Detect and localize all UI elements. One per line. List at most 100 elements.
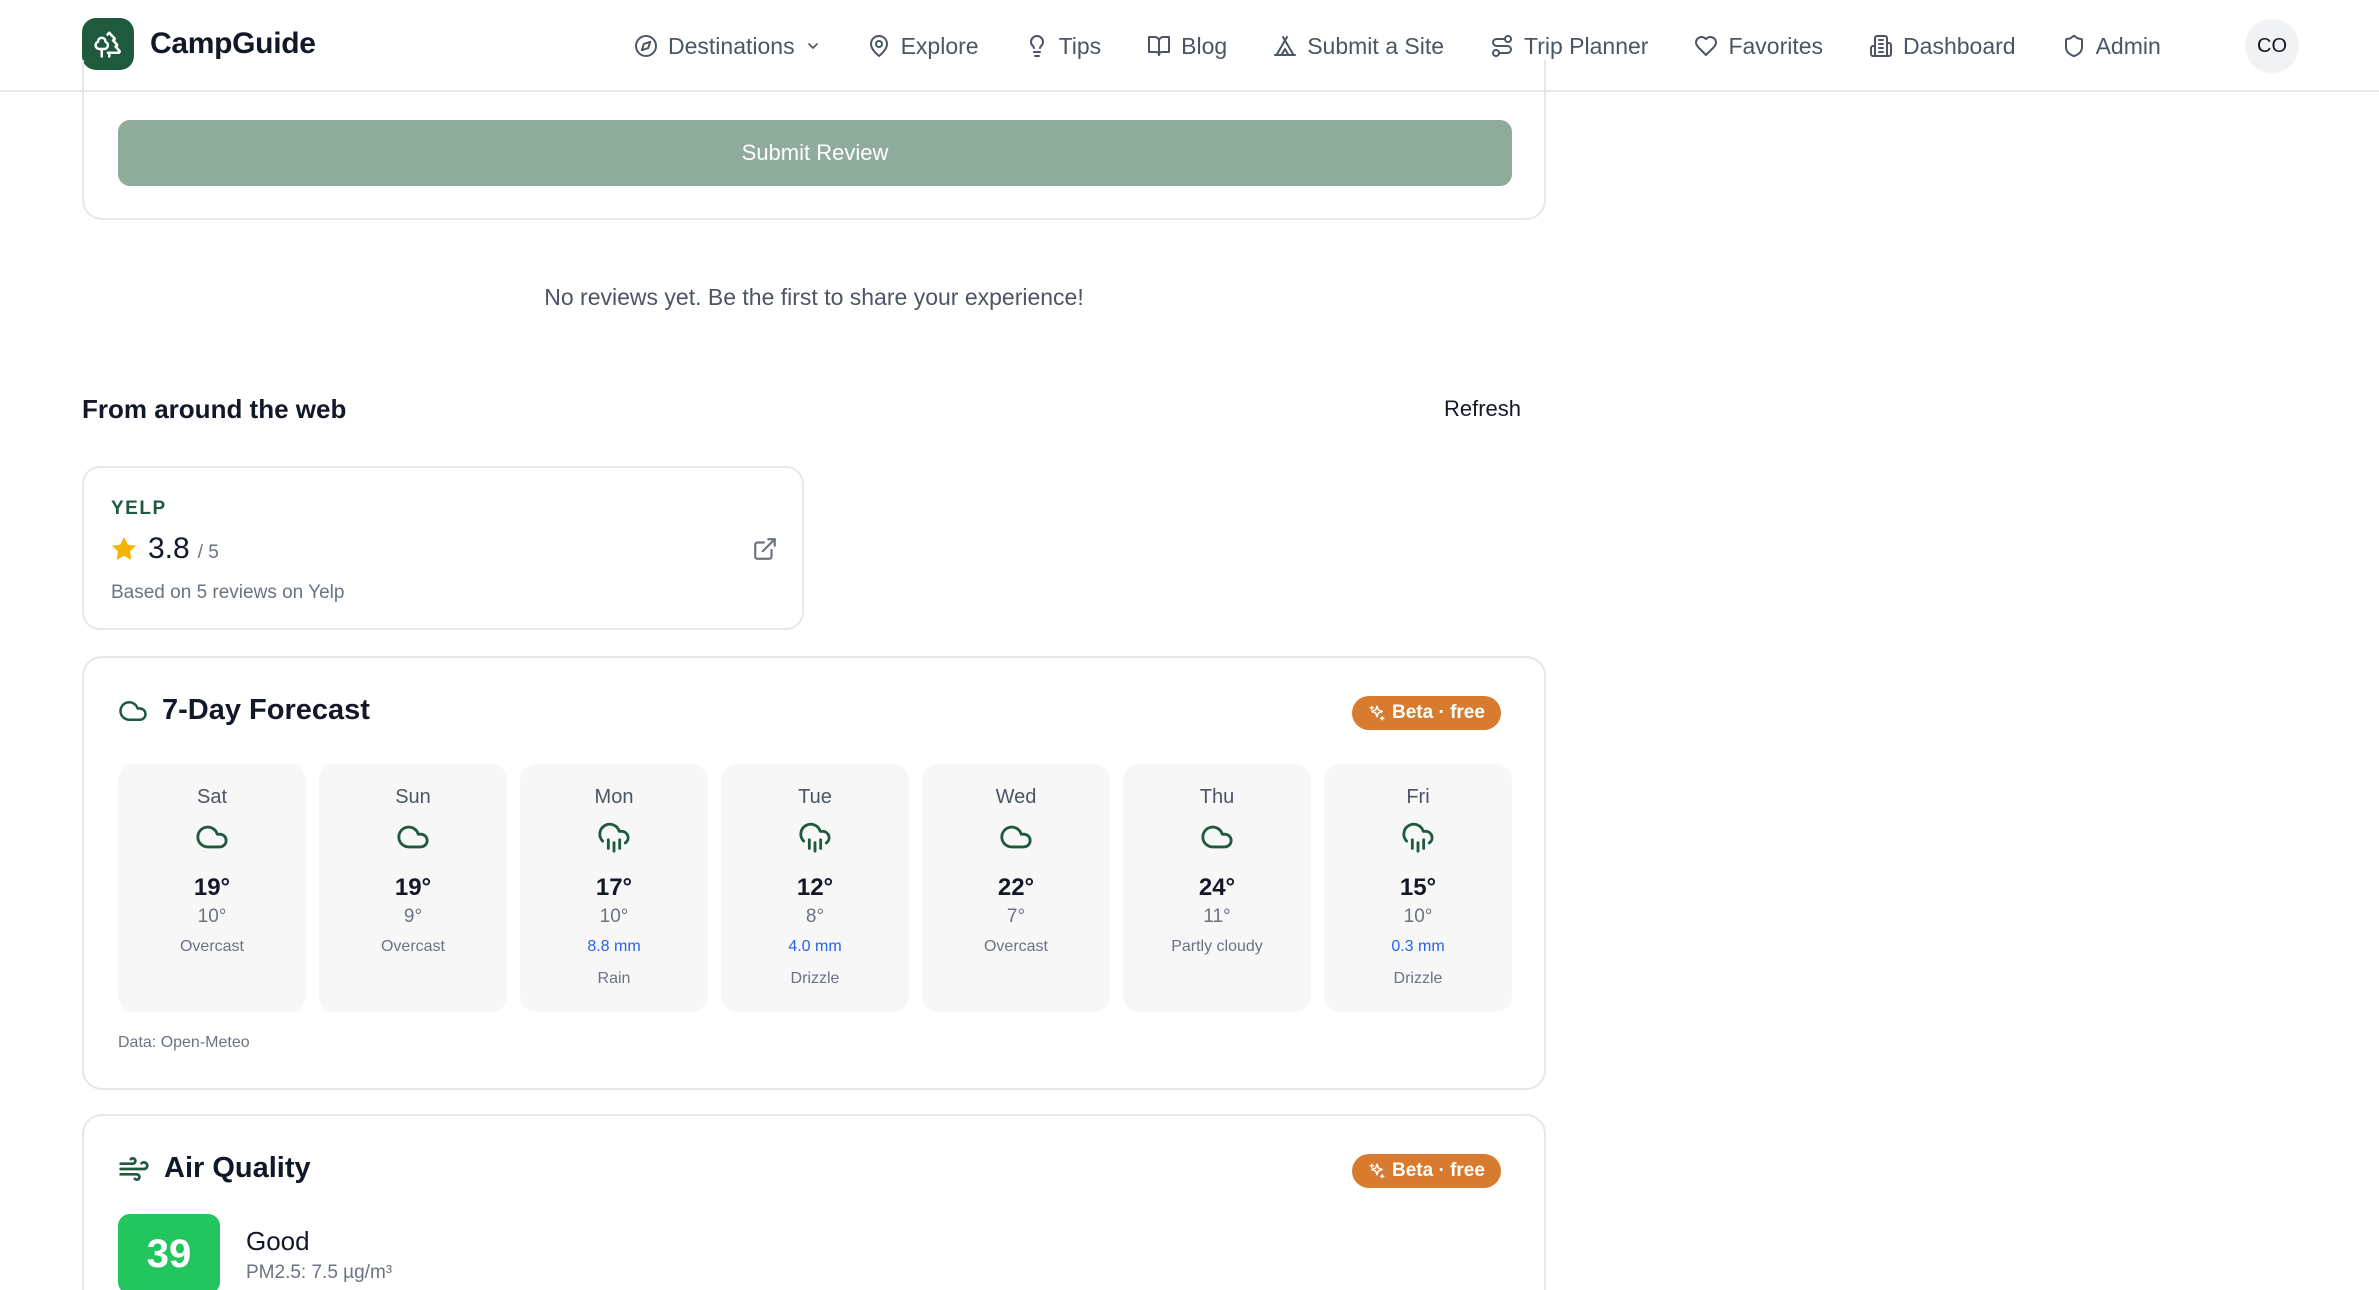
cloud-icon — [396, 820, 430, 859]
nav-label: Admin — [2095, 32, 2161, 59]
nav-item-explore[interactable]: Explore — [867, 33, 979, 60]
rating-value: 3.8 / 5 — [148, 532, 219, 566]
route-icon — [1492, 35, 1513, 57]
weather-condition: Rain — [597, 970, 631, 987]
temp-high: 24° — [1198, 874, 1236, 901]
cloud-rain-icon — [798, 820, 832, 859]
temp-high: 22° — [997, 874, 1035, 901]
temp-low: 11° — [1203, 906, 1231, 927]
weather-condition: Partly cloudy — [1171, 938, 1263, 955]
beta-badge: Beta · free — [1352, 696, 1501, 730]
weather-condition: Overcast — [179, 938, 244, 955]
refresh-button[interactable]: Refresh — [1444, 396, 1521, 422]
day-name: Wed — [995, 786, 1037, 808]
weather-condition: Overcast — [983, 938, 1048, 955]
weather-condition: Drizzle — [790, 970, 840, 987]
beta-badge: Beta · free — [1352, 1154, 1501, 1188]
cloud-icon — [999, 820, 1033, 859]
nav-label: Explore — [900, 32, 979, 59]
precipitation: 8.8 mm — [587, 938, 641, 955]
forecast-day: Sun 19° 9° Overcast — [319, 764, 507, 1012]
nav-item-blog[interactable]: Blog — [1147, 33, 1227, 60]
nav-item-tips[interactable]: Tips — [1025, 32, 1102, 60]
forecast-card: 7-Day Forecast Beta · free Sat 19° 10° Over… — [82, 656, 1546, 1090]
nav-label: Dashboard — [1903, 32, 2016, 59]
map-pin-icon — [869, 35, 888, 57]
empty-reviews-message: No reviews yet. Be the first to share yo… — [544, 284, 1084, 310]
day-name: Sun — [395, 786, 431, 808]
day-name: Mon — [594, 786, 634, 808]
nav-item-destinations[interactable]: Destinations — [634, 33, 821, 60]
cloud-icon — [195, 820, 229, 859]
rating-max: / 5 — [197, 542, 219, 563]
air-quality-card: Air Quality Beta · free 39 Good PM2.5: 7… — [82, 1114, 1546, 1290]
temp-low: 10° — [1403, 906, 1433, 927]
aqi-value: 39 — [118, 1214, 220, 1290]
badge-label: Beta · free — [1392, 702, 1485, 723]
precipitation: 4.0 mm — [788, 938, 842, 955]
user-avatar[interactable]: CO — [2245, 19, 2299, 73]
forecast-day: Wed 22° 7° Overcast — [922, 764, 1110, 1012]
nav-label: Tips — [1058, 32, 1102, 59]
external-link-icon[interactable] — [752, 536, 778, 562]
temp-low: 10° — [197, 906, 227, 927]
yelp-rating-card: YELP 3.8 / 5 Based on 5 reviews on Yelp — [82, 466, 804, 630]
day-name: Sat — [196, 786, 228, 808]
day-name: Tue — [798, 786, 832, 808]
forecast-day: Thu 24° 11° Partly cloudy — [1123, 764, 1311, 1012]
weather-condition: Drizzle — [1393, 970, 1443, 987]
temp-low: 10° — [599, 906, 629, 927]
nav-item-favorites[interactable]: Favorites — [1694, 33, 1823, 60]
cloud-rain-icon — [597, 820, 631, 859]
pm25-value: PM2.5: 7.5 µg/m³ — [246, 1262, 393, 1283]
rating-source: YELP — [111, 498, 167, 519]
forecast-day: Fri 15° 10° 0.3 mm Drizzle — [1324, 764, 1512, 1012]
forecast-header: 7-Day Forecast — [118, 694, 370, 727]
nav-item-submit-a-site[interactable]: Submit a Site — [1273, 33, 1444, 60]
nav-label: Trip Planner — [1524, 32, 1649, 59]
nav-label: Favorites — [1728, 32, 1824, 59]
forecast-source: Data: Open-Meteo — [118, 1034, 250, 1051]
temp-high: 19° — [394, 874, 432, 901]
temp-low: 7° — [1006, 906, 1026, 927]
temp-high: 15° — [1399, 874, 1437, 901]
temp-high: 17° — [595, 874, 633, 901]
weather-condition: Overcast — [380, 938, 445, 955]
nav-label: Blog — [1181, 32, 1228, 59]
cloud-icon — [1200, 820, 1234, 859]
forecast-days: Sat 19° 10° Overcast Sun 19° 9° Overcast Mon 17° 1… — [118, 764, 1512, 1012]
star-icon — [112, 536, 136, 560]
sparkles-icon — [1369, 705, 1385, 721]
nav-item-dashboard[interactable]: Dashboard — [1869, 33, 2016, 60]
sparkles-icon — [1369, 1163, 1385, 1179]
badge-label: Beta · free — [1392, 1160, 1485, 1181]
heart-icon — [1695, 36, 1718, 56]
forecast-title: 7-Day Forecast — [162, 694, 370, 726]
chevron-down-icon — [807, 43, 818, 49]
shield-icon — [2064, 35, 2083, 58]
rating-basis: Based on 5 reviews on Yelp — [111, 582, 345, 603]
brand-name: CampGuide — [150, 27, 316, 60]
temp-high: 12° — [796, 874, 834, 901]
nav-item-trip-planner[interactable]: Trip Planner — [1490, 33, 1648, 60]
day-name: Fri — [1406, 786, 1430, 808]
lightbulb-icon — [1029, 35, 1044, 57]
tent-icon — [1274, 36, 1297, 56]
temp-low: 9° — [403, 906, 423, 927]
section-title-web: From around the web — [82, 394, 347, 424]
forecast-day: Sat 19° 10° Overcast — [118, 764, 306, 1012]
submit-review-button[interactable]: Submit Review — [118, 120, 1512, 186]
day-name: Thu — [1199, 786, 1235, 808]
nav-item-admin[interactable]: Admin — [2062, 33, 2161, 60]
review-form-card: Submit Review — [82, 60, 1546, 220]
nav-label: Submit a Site — [1307, 32, 1445, 59]
air-quality-header: Air Quality — [118, 1152, 311, 1185]
book-open-icon — [1148, 36, 1171, 56]
rating-score: 3.8 — [148, 532, 190, 565]
precipitation: 0.3 mm — [1391, 938, 1445, 955]
temp-high: 19° — [193, 874, 231, 901]
forecast-day: Tue 12° 8° 4.0 mm Drizzle — [721, 764, 909, 1012]
wind-icon — [119, 1156, 149, 1181]
aqi-level: Good — [246, 1226, 310, 1256]
compass-icon — [635, 35, 657, 57]
